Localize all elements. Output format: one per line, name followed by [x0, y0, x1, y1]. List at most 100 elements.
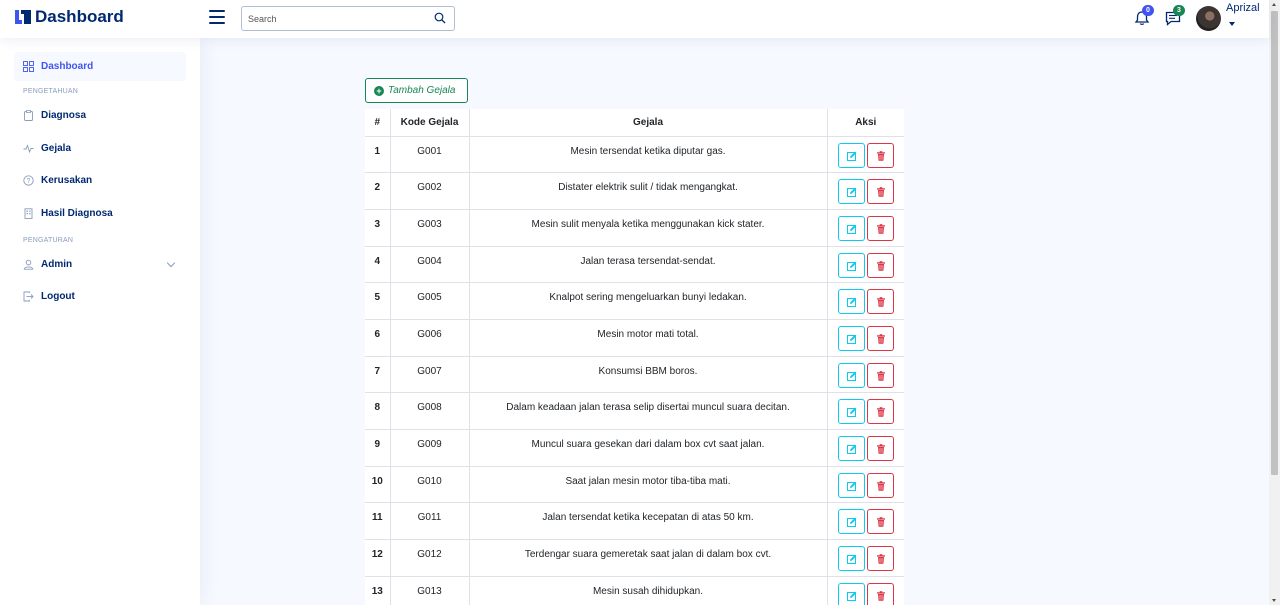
scroll-down-icon[interactable] [1272, 599, 1276, 602]
delete-button[interactable] [866, 436, 894, 461]
edit-button[interactable] [837, 252, 865, 278]
table-row: 5 G005 Knalpot sering mengeluarkan bunyi l… [365, 282, 904, 320]
logo[interactable]: Dashboard [13, 7, 124, 27]
grid-icon [23, 61, 34, 72]
edit-button[interactable] [837, 142, 865, 168]
delete-button[interactable] [866, 399, 894, 425]
row-number: 4 [365, 246, 390, 284]
delete-button[interactable] [866, 472, 894, 498]
edit-button[interactable] [837, 215, 865, 241]
logo-text: Dashboard [35, 7, 124, 26]
table-row: 3 G003 Mesin sulit menyala ketika mengguna… [365, 209, 904, 247]
row-number: 6 [365, 319, 390, 357]
scroll-thumb[interactable] [1271, 11, 1278, 475]
row-number: 7 [365, 356, 390, 394]
trash-icon [876, 297, 885, 308]
row-kode: G004 [389, 246, 469, 284]
sidebar-item-hasil-diagnosa[interactable]: Hasil Diagnosa [14, 199, 186, 228]
edit-button[interactable] [837, 472, 865, 498]
building-icon [24, 208, 33, 219]
pencil-square-icon [846, 517, 857, 528]
column-header-aksi: Aksi [826, 109, 904, 137]
row-number: 2 [365, 172, 390, 210]
add-gejala-button[interactable]: + Tambah Gejala [365, 78, 468, 103]
delete-button[interactable] [866, 325, 894, 351]
toggle-sidebar-icon[interactable] [209, 10, 225, 24]
sidebar-item-dashboard[interactable]: Dashboard [14, 52, 186, 81]
sidebar-item-gejala[interactable]: Gejala [14, 134, 186, 163]
row-number: 3 [365, 209, 390, 247]
delete-button[interactable] [866, 289, 894, 315]
row-kode: G007 [389, 356, 469, 394]
sidebar-item-kerusakan[interactable]: ? Kerusakan [14, 166, 186, 195]
row-gejala: Mesin susah dihidupkan. [468, 576, 827, 605]
notifications-badge: 0 [1142, 5, 1154, 16]
sidebar-item-diagnosa[interactable]: Diagnosa [14, 101, 186, 130]
search-icon[interactable] [434, 12, 446, 24]
sidebar-item-label: Kerusakan [41, 175, 93, 186]
trash-icon [876, 517, 885, 528]
row-kode: G010 [389, 466, 469, 504]
delete-button[interactable] [866, 509, 894, 535]
sidebar-item-admin[interactable]: Admin [14, 250, 186, 279]
column-header-gejala: Gejala [468, 109, 827, 137]
row-gejala: Jalan terasa tersendat-sendat. [468, 246, 827, 284]
row-gejala: Mesin tersendat ketika diputar gas. [468, 136, 827, 174]
svg-text:?: ? [27, 178, 31, 185]
edit-button[interactable] [837, 582, 865, 605]
edit-button[interactable] [837, 436, 865, 461]
edit-button[interactable] [837, 399, 865, 425]
search-input[interactable] [242, 7, 422, 30]
edit-button[interactable] [837, 289, 865, 315]
row-gejala: Jalan tersendat ketika kecepatan di atas… [468, 502, 827, 541]
trash-icon [876, 554, 885, 564]
table-row: 6 G006 Mesin motor mati total. [365, 319, 904, 357]
gejala-table: # Kode Gejala Gejala Aksi 1 G001 Mesin ter… [365, 109, 904, 605]
row-gejala: Konsumsi BBM boros. [468, 356, 827, 394]
table-row: 11 G011 Jalan tersendat ketika kecepatan d… [365, 502, 904, 541]
delete-button[interactable] [866, 179, 894, 205]
scrollbar[interactable] [1269, 0, 1280, 605]
sidebar-item-label: Gejala [41, 143, 72, 154]
trash-icon [876, 260, 885, 271]
delete-button[interactable] [866, 582, 894, 605]
table-header-row: # Kode Gejala Gejala Aksi [365, 109, 904, 137]
messages-badge: 3 [1173, 5, 1185, 16]
table-row: 12 G012 Terdengar suara gemeretak saat jal… [365, 539, 904, 577]
sidebar-heading-pengaturan: PENGATURAN [23, 237, 74, 244]
table-row: 7 G007 Konsumsi BBM boros. [365, 356, 904, 394]
row-number: 9 [365, 429, 390, 467]
scroll-up-icon[interactable] [1272, 3, 1276, 6]
add-gejala-label: Tambah Gejala [388, 85, 456, 96]
edit-button[interactable] [837, 546, 865, 572]
sidebar-item-logout[interactable]: Logout [14, 282, 186, 311]
delete-button[interactable] [866, 252, 894, 278]
delete-button[interactable] [866, 215, 894, 241]
table-row: 10 G010 Saat jalan mesin motor tiba-tiba m… [365, 466, 904, 504]
avatar[interactable] [1196, 6, 1221, 31]
pencil-square-icon [846, 444, 857, 454]
delete-button[interactable] [866, 546, 894, 572]
notifications-button[interactable]: 0 [1133, 5, 1154, 27]
row-gejala: Muncul suara gesekan dari dalam box cvt … [468, 429, 827, 467]
person-icon [23, 259, 34, 270]
messages-button[interactable]: 3 [1164, 5, 1185, 27]
row-number: 5 [365, 282, 390, 320]
row-actions [826, 502, 904, 541]
sidebar-item-label: Admin [41, 259, 73, 270]
edit-button[interactable] [837, 325, 865, 351]
delete-button[interactable] [866, 362, 894, 388]
chevron-down-icon[interactable] [1229, 22, 1235, 26]
chevron-down-icon[interactable] [166, 258, 176, 268]
trash-icon [876, 187, 885, 197]
row-number: 12 [365, 539, 390, 577]
delete-button[interactable] [866, 142, 894, 168]
sidebar-item-label: Diagnosa [41, 110, 87, 121]
row-number: 10 [365, 466, 390, 504]
edit-button[interactable] [837, 509, 865, 535]
username[interactable]: Aprizal [1226, 2, 1260, 14]
edit-button[interactable] [837, 362, 865, 388]
edit-button[interactable] [837, 179, 865, 205]
row-kode: G006 [389, 319, 469, 357]
pencil-square-icon [846, 371, 857, 381]
